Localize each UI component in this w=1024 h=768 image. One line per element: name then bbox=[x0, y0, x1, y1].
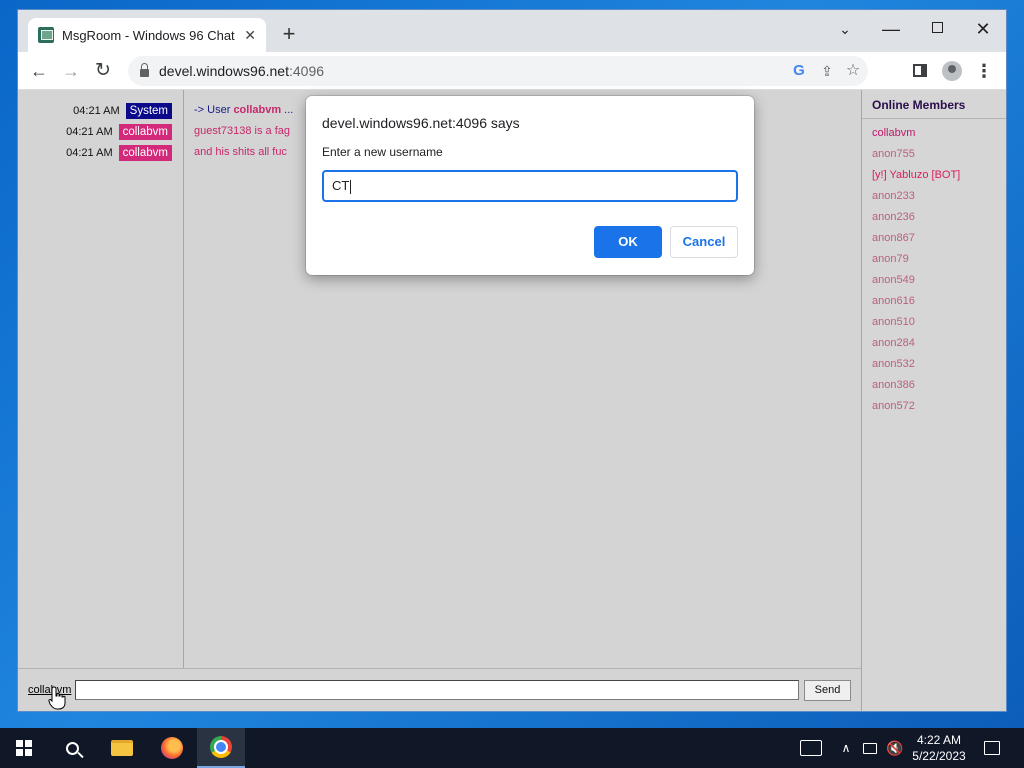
notification-icon bbox=[984, 741, 1000, 755]
chat-message: and his shits all fuc bbox=[194, 146, 287, 158]
system-message-prefix: -> User bbox=[194, 104, 234, 116]
member-item[interactable]: anon236 bbox=[862, 207, 1006, 228]
prompt-dialog: devel.windows96.net:4096 says Enter a ne… bbox=[306, 96, 754, 275]
log-meta-row: 04:21 AM collabvm bbox=[66, 144, 172, 161]
member-item[interactable]: anon233 bbox=[862, 186, 1006, 207]
search-icon bbox=[65, 741, 79, 755]
system-clock[interactable]: 4:22 AM 5/22/2023 bbox=[906, 732, 972, 764]
browser-toolbar: ← → ↻ devel.windows96.net:4096 G ⇪ ☆ ⋮ bbox=[18, 52, 1006, 90]
new-tab-button[interactable]: + bbox=[276, 22, 302, 48]
member-item[interactable]: anon549 bbox=[862, 270, 1006, 291]
firefox-button[interactable] bbox=[148, 728, 196, 768]
message-time: 04:21 AM bbox=[66, 146, 113, 159]
ok-button[interactable]: OK bbox=[594, 226, 662, 258]
notifications-button[interactable] bbox=[980, 728, 1004, 768]
folder-icon bbox=[111, 740, 133, 756]
member-item[interactable]: anon532 bbox=[862, 354, 1006, 375]
message-time: 04:21 AM bbox=[66, 125, 113, 138]
log-meta-row: 04:21 AM collabvm bbox=[66, 123, 172, 140]
tab-title: MsgRoom - Windows 96 Chat bbox=[62, 27, 235, 43]
bookmark-star-icon[interactable]: ☆ bbox=[842, 60, 864, 82]
member-item[interactable]: [y!] Yabluzo [BOT] bbox=[862, 165, 1006, 186]
tab-strip: MsgRoom - Windows 96 Chat ✕ + ⌄ — ✕ bbox=[18, 10, 1006, 52]
file-explorer-button[interactable] bbox=[98, 728, 146, 768]
member-list: collabvm anon755 [y!] Yabluzo [BOT] anon… bbox=[862, 119, 1006, 417]
system-message-suffix: ... bbox=[281, 104, 294, 116]
maximize-button[interactable] bbox=[914, 14, 960, 44]
member-item[interactable]: anon510 bbox=[862, 312, 1006, 333]
author-badge: System bbox=[125, 102, 172, 119]
side-panel-icon[interactable] bbox=[908, 59, 932, 83]
lock-icon[interactable] bbox=[140, 63, 149, 77]
cancel-button[interactable]: Cancel bbox=[670, 226, 738, 258]
profile-avatar-icon[interactable] bbox=[940, 59, 964, 83]
google-translate-icon[interactable]: G bbox=[788, 60, 810, 82]
chrome-icon bbox=[210, 736, 232, 758]
chat-message: guest73138 is a fag bbox=[194, 125, 291, 137]
member-item[interactable]: anon867 bbox=[862, 228, 1006, 249]
show-hidden-icons-button[interactable]: ∧ bbox=[838, 728, 854, 768]
msgroom-favicon-icon bbox=[38, 27, 54, 43]
member-item[interactable]: anon572 bbox=[862, 396, 1006, 417]
username-input[interactable]: CT bbox=[322, 170, 738, 202]
firefox-icon bbox=[161, 737, 183, 759]
browser-tab[interactable]: MsgRoom - Windows 96 Chat ✕ bbox=[28, 18, 266, 52]
clock-date: 5/22/2023 bbox=[912, 749, 966, 763]
news-icon bbox=[800, 740, 822, 756]
member-item[interactable]: anon284 bbox=[862, 333, 1006, 354]
author-badge[interactable]: collabvm bbox=[118, 144, 172, 161]
start-button[interactable] bbox=[0, 728, 48, 768]
dialog-title: devel.windows96.net:4096 says bbox=[322, 115, 520, 131]
hand-cursor-icon bbox=[48, 686, 66, 710]
clock-time: 4:22 AM bbox=[916, 733, 962, 747]
volume-muted-icon[interactable]: 🔇 bbox=[884, 728, 906, 768]
member-item[interactable]: anon79 bbox=[862, 249, 1006, 270]
dialog-message: Enter a new username bbox=[322, 145, 443, 159]
network-button[interactable] bbox=[860, 728, 880, 768]
tab-close-icon[interactable]: ✕ bbox=[244, 27, 256, 44]
forward-arrow-icon[interactable]: → bbox=[58, 58, 84, 84]
minimize-button[interactable]: — bbox=[868, 14, 914, 44]
username-input-value: CT bbox=[332, 178, 350, 193]
chat-timestamps-column: 04:21 AM System 04:21 AM collabvm 04:21 … bbox=[18, 90, 184, 668]
browser-window: MsgRoom - Windows 96 Chat ✕ + ⌄ — ✕ ← → … bbox=[18, 10, 1006, 711]
member-item[interactable]: anon616 bbox=[862, 291, 1006, 312]
message-time: 04:21 AM bbox=[73, 104, 120, 117]
address-bar[interactable]: devel.windows96.net:4096 G ⇪ ☆ bbox=[128, 56, 868, 86]
online-members-panel: Online Members collabvm anon755 [y!] Yab… bbox=[861, 90, 1006, 711]
search-button[interactable] bbox=[48, 728, 96, 768]
message-input[interactable] bbox=[75, 680, 799, 700]
online-members-title: Online Members bbox=[862, 90, 1006, 119]
taskbar: ∧ 🔇 4:22 AM 5/22/2023 bbox=[0, 728, 1024, 768]
windows-logo-icon bbox=[16, 740, 32, 756]
url-port: :4096 bbox=[288, 63, 325, 79]
member-item[interactable]: anon386 bbox=[862, 375, 1006, 396]
maximize-icon bbox=[931, 22, 943, 33]
url-host: devel.windows96.net bbox=[159, 63, 289, 79]
system-message: -> User collabvm ... bbox=[194, 102, 293, 119]
tab-search-chevron-icon[interactable]: ⌄ bbox=[822, 14, 868, 44]
author-badge[interactable]: collabvm bbox=[118, 123, 172, 140]
news-widget-button[interactable] bbox=[796, 728, 826, 768]
chrome-button[interactable] bbox=[197, 728, 245, 768]
member-item[interactable]: collabvm bbox=[862, 123, 1006, 144]
text-caret bbox=[350, 179, 352, 194]
network-icon bbox=[863, 742, 877, 754]
back-arrow-icon[interactable]: ← bbox=[26, 58, 52, 84]
kebab-menu-icon[interactable]: ⋮ bbox=[972, 59, 996, 83]
share-icon[interactable]: ⇪ bbox=[816, 60, 838, 82]
chat-input-bar: collabvm Send bbox=[18, 668, 861, 711]
reload-icon[interactable]: ↻ bbox=[90, 58, 116, 84]
member-item[interactable]: anon755 bbox=[862, 144, 1006, 165]
log-meta-row: 04:21 AM System bbox=[73, 102, 172, 119]
send-button[interactable]: Send bbox=[804, 680, 851, 701]
system-message-user: collabvm bbox=[233, 104, 282, 116]
close-window-button[interactable]: ✕ bbox=[960, 14, 1006, 44]
